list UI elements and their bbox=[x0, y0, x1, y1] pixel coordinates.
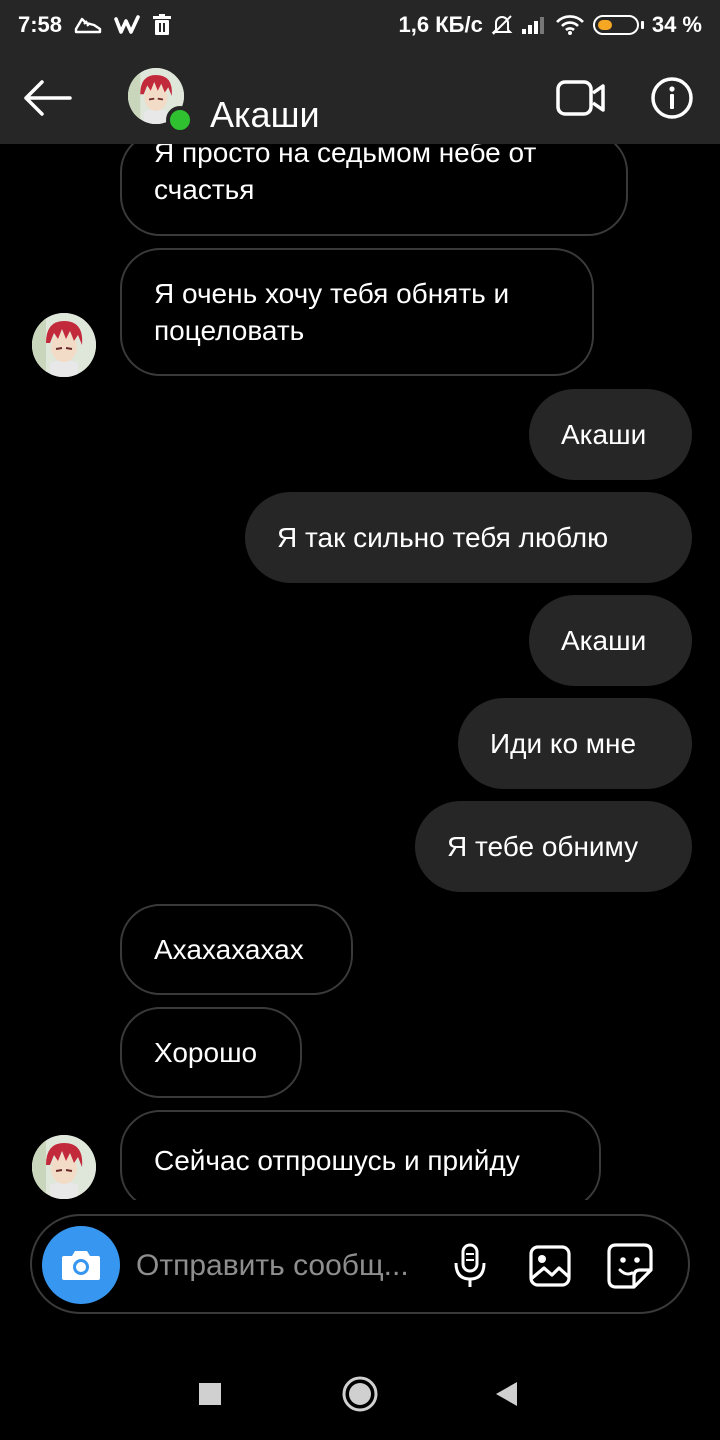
network-speed: 1,6 КБ/с bbox=[398, 12, 483, 37]
trash-icon bbox=[152, 14, 172, 36]
sender-avatar[interactable] bbox=[32, 313, 96, 377]
video-call-icon bbox=[556, 80, 605, 116]
message-list[interactable]: Я просто на седьмом небе от счастья Я оч… bbox=[0, 144, 720, 1200]
message-text: Я тебе обниму bbox=[447, 831, 639, 862]
w-app-icon bbox=[114, 15, 140, 35]
message-bubble-incoming[interactable]: Ахахахахах bbox=[120, 904, 353, 995]
message-text: Акаши bbox=[561, 625, 647, 656]
recents-button[interactable] bbox=[188, 1372, 232, 1416]
home-circle-icon bbox=[342, 1376, 378, 1412]
battery-icon bbox=[592, 15, 644, 35]
video-call-button[interactable] bbox=[556, 78, 606, 118]
camera-button[interactable] bbox=[42, 1226, 120, 1304]
message-bubble-outgoing[interactable]: Акаши bbox=[529, 595, 692, 686]
message-text: Акаши bbox=[561, 419, 647, 450]
message-bubble-outgoing[interactable]: Акаши bbox=[529, 389, 692, 480]
signal-icon bbox=[521, 15, 547, 35]
message-text: Ахахахахах bbox=[154, 934, 304, 965]
message-bubble-incoming[interactable]: Сейчас отпрошусь и прийду bbox=[120, 1110, 601, 1200]
system-navigation-bar bbox=[0, 1344, 720, 1440]
back-button[interactable] bbox=[22, 74, 74, 122]
sticker-button[interactable] bbox=[606, 1242, 654, 1290]
message-text: Я очень хочу тебя обнять и поцеловать bbox=[154, 278, 510, 346]
info-icon bbox=[651, 77, 693, 119]
mute-bell-icon bbox=[491, 14, 513, 36]
gallery-button[interactable] bbox=[526, 1242, 574, 1290]
message-input[interactable] bbox=[136, 1244, 426, 1288]
back-triangle-icon bbox=[496, 1382, 517, 1406]
message-bubble-outgoing[interactable]: Я тебе обниму bbox=[415, 801, 692, 892]
home-button[interactable] bbox=[338, 1372, 382, 1416]
online-status-dot bbox=[166, 106, 194, 134]
status-time: 7:58 bbox=[18, 12, 63, 37]
sneaker-icon bbox=[74, 15, 102, 35]
message-bubble-outgoing[interactable]: Иди ко мне bbox=[458, 698, 692, 789]
message-bubble-incoming[interactable]: Я очень хочу тебя обнять и поцеловать bbox=[120, 248, 594, 376]
back-arrow-icon bbox=[24, 80, 72, 116]
sender-avatar[interactable] bbox=[32, 1135, 96, 1199]
message-text: Иди ко мне bbox=[490, 728, 637, 759]
message-composer bbox=[30, 1214, 690, 1314]
message-bubble-incoming[interactable]: Хорошо bbox=[120, 1007, 302, 1098]
battery-fill bbox=[597, 20, 613, 30]
gallery-icon bbox=[529, 1245, 571, 1287]
voice-message-button[interactable] bbox=[446, 1242, 494, 1290]
battery-percent: 34 % bbox=[651, 12, 702, 37]
chat-header: Акаши bbox=[0, 50, 720, 144]
message-text: Сейчас отпрошусь и прийду bbox=[154, 1144, 520, 1176]
info-button[interactable] bbox=[650, 76, 694, 120]
status-bar: 7:58 1,6 КБ/с 34 % bbox=[0, 0, 720, 50]
message-bubble-incoming[interactable]: Я просто на седьмом небе от счастья bbox=[120, 144, 628, 236]
message-text: Я просто на седьмом небе от счастья bbox=[154, 144, 537, 205]
message-text: Хорошо bbox=[154, 1037, 258, 1068]
sticker-icon bbox=[607, 1243, 653, 1289]
message-text: Я так сильно тебя люблю bbox=[277, 522, 609, 553]
system-back-button[interactable] bbox=[484, 1372, 528, 1416]
microphone-icon bbox=[454, 1243, 486, 1287]
camera-icon bbox=[62, 1251, 100, 1280]
recents-square-icon bbox=[199, 1383, 221, 1405]
wifi-icon bbox=[555, 14, 585, 36]
contact-avatar-button[interactable] bbox=[128, 68, 194, 134]
message-bubble-outgoing[interactable]: Я так сильно тебя люблю bbox=[245, 492, 692, 583]
contact-name[interactable]: Акаши bbox=[210, 94, 320, 136]
